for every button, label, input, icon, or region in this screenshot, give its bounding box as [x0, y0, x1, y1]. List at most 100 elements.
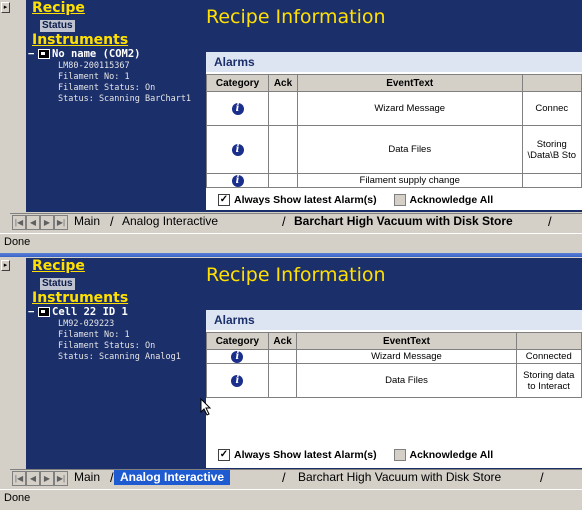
device-tree-item[interactable]: − Cell 22 ID 1 — [28, 306, 128, 318]
checkbox-checked-icon[interactable]: ✓ — [218, 449, 230, 462]
table-row[interactable]: i Data Files Storing data to Interact — [206, 363, 582, 398]
status-button[interactable]: Status — [40, 20, 75, 32]
alarms-table: Category Ack EventText i Wizard Message … — [205, 74, 582, 188]
instruments-link[interactable]: Instruments — [32, 32, 128, 48]
recipe-link[interactable]: Recipe — [32, 0, 85, 16]
extra-cell: Storing \Data\B Sto — [521, 125, 582, 174]
status-button[interactable]: Status — [40, 278, 75, 290]
device-serial: LM80-200115367 — [58, 61, 130, 71]
checkbox-icon[interactable] — [393, 449, 406, 462]
navigation-panel: Recipe Status Instruments − No name (COM2… — [26, 0, 200, 212]
category-cell: i — [206, 349, 269, 364]
col-category[interactable]: Category — [205, 74, 270, 92]
col-extra[interactable] — [521, 74, 582, 92]
tab-analog-interactive[interactable]: Analog Interactive — [114, 470, 231, 485]
event-cell: Data Files — [296, 125, 523, 174]
tab-barchart[interactable]: Barchart High Vacuum with Disk Store — [292, 470, 507, 485]
status-text: Done — [4, 236, 31, 248]
category-cell: i — [205, 125, 270, 174]
extra-cell: Storing data to Interact — [515, 363, 582, 398]
tab-separator: / — [548, 214, 552, 229]
category-cell: i — [205, 91, 270, 126]
col-category[interactable]: Category — [206, 332, 269, 350]
tab-separator: / — [282, 470, 286, 485]
next-tab-icon[interactable]: ▶ — [40, 215, 54, 230]
extra-cell: Connected — [515, 349, 582, 364]
window-divider — [0, 253, 582, 257]
prev-tab-icon[interactable]: ◀ — [26, 471, 40, 486]
last-tab-icon[interactable]: ▶| — [54, 471, 68, 486]
tab-separator: / — [110, 214, 114, 229]
navigation-panel: Recipe Status Instruments − Cell 22 ID 1 … — [26, 258, 200, 470]
always-show-checkbox[interactable]: ✓ Always Show latest Alarm(s) — [218, 194, 377, 207]
window-pane-2: ▸ Recipe Status Instruments − Cell 22 ID … — [0, 258, 582, 510]
category-cell: i — [206, 363, 269, 398]
ack-cell[interactable] — [268, 173, 298, 188]
first-tab-icon[interactable]: |◀ — [12, 471, 26, 486]
next-tab-icon[interactable]: ▶ — [40, 471, 54, 486]
checkbox-icon[interactable] — [393, 194, 406, 207]
table-row[interactable]: i Data Files Storing \Data\B Sto — [205, 125, 582, 174]
info-icon: i — [231, 374, 244, 387]
acknowledge-all-checkbox[interactable]: Acknowledge All — [393, 194, 493, 207]
always-show-checkbox[interactable]: ✓ Always Show latest Alarm(s) — [218, 449, 377, 462]
recipe-link[interactable]: Recipe — [32, 258, 85, 274]
category-cell: i — [205, 173, 270, 188]
always-show-label: Always Show latest Alarm(s) — [234, 449, 377, 461]
filament-status: Filament Status: On — [58, 83, 156, 93]
alarms-header: Alarms — [206, 52, 582, 72]
gutter — [10, 0, 27, 212]
sheet-tab-bar: |◀ ◀ ▶ ▶| Main / Analog Interactive / Ba… — [10, 469, 582, 486]
expand-icon[interactable]: ▸ — [1, 260, 10, 271]
col-eventtext[interactable]: EventText — [296, 332, 517, 350]
device-serial: LM92-029223 — [58, 319, 115, 329]
tree-collapse-icon[interactable]: − — [28, 306, 38, 318]
info-icon: i — [231, 143, 244, 156]
device-tree-item[interactable]: − No name (COM2) — [28, 48, 141, 60]
mouse-cursor-icon — [200, 398, 212, 416]
alarms-table: Category Ack EventText i Wizard Message … — [206, 332, 582, 398]
ack-cell[interactable] — [267, 363, 298, 398]
scan-status: Status: Scanning BarChart1 — [58, 94, 192, 104]
col-ack[interactable]: Ack — [267, 332, 298, 350]
device-icon — [38, 49, 50, 59]
device-name: Cell 22 ID 1 — [52, 306, 128, 318]
tab-barchart[interactable]: Barchart High Vacuum with Disk Store — [288, 214, 519, 229]
event-cell: Data Files — [296, 363, 517, 398]
prev-tab-icon[interactable]: ◀ — [26, 215, 40, 230]
ack-cell[interactable] — [267, 349, 298, 364]
acknowledge-all-label: Acknowledge All — [409, 449, 494, 461]
table-row[interactable]: i Filament supply change — [205, 173, 582, 188]
last-tab-icon[interactable]: ▶| — [54, 215, 68, 230]
ack-cell[interactable] — [268, 125, 298, 174]
acknowledge-all-checkbox[interactable]: Acknowledge All — [393, 449, 494, 462]
table-row[interactable]: i Wizard Message Connec — [205, 91, 582, 126]
checkbox-checked-icon[interactable]: ✓ — [218, 194, 230, 207]
ack-cell[interactable] — [268, 91, 298, 126]
tab-main[interactable]: Main — [68, 470, 106, 485]
first-tab-icon[interactable]: |◀ — [12, 215, 26, 230]
device-icon — [38, 307, 50, 317]
tab-analog-interactive[interactable]: Analog Interactive — [116, 214, 224, 229]
page-title: Recipe Information — [206, 6, 386, 28]
extra-cell — [521, 173, 582, 188]
col-ack[interactable]: Ack — [268, 74, 298, 92]
expand-icon[interactable]: ▸ — [1, 2, 10, 13]
table-row[interactable]: i Wizard Message Connected — [206, 349, 582, 364]
filament-no: Filament No: 1 — [58, 72, 130, 82]
extra-cell: Connec — [521, 91, 582, 126]
status-text: Done — [4, 492, 31, 504]
tree-collapse-icon[interactable]: − — [28, 48, 38, 60]
tab-separator: / — [540, 470, 544, 485]
event-cell: Wizard Message — [296, 91, 523, 126]
info-icon: i — [231, 174, 244, 187]
info-icon: i — [231, 102, 244, 115]
tab-main[interactable]: Main — [68, 214, 106, 229]
alarms-panel: Alarms Category Ack EventText i Wizard M… — [206, 310, 582, 468]
instruments-link[interactable]: Instruments — [32, 290, 128, 306]
col-extra[interactable] — [515, 332, 582, 350]
event-cell: Wizard Message — [296, 349, 517, 364]
col-eventtext[interactable]: EventText — [296, 74, 523, 92]
status-bar: Done — [0, 489, 582, 508]
alarms-header: Alarms — [206, 310, 582, 330]
